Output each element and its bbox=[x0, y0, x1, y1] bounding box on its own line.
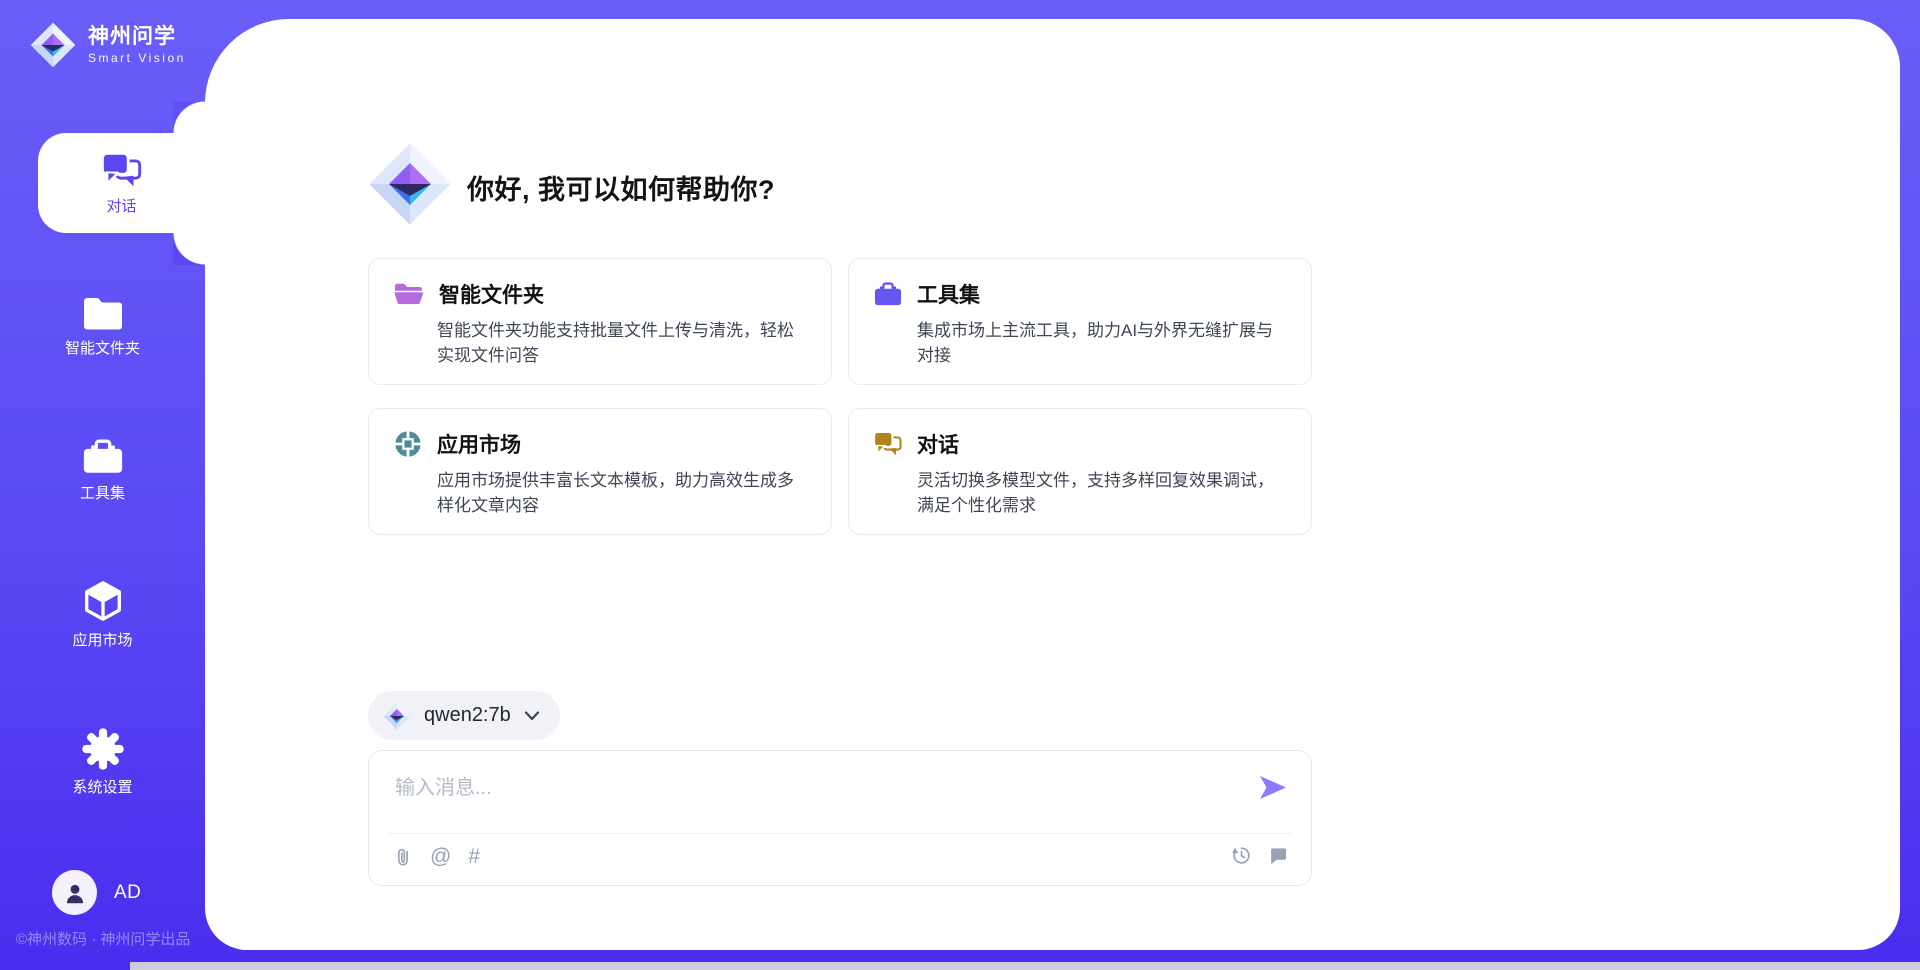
card-description: 智能文件夹功能支持批量文件上传与清洗，轻松实现文件问答 bbox=[437, 318, 807, 368]
history-icon[interactable] bbox=[1231, 845, 1252, 866]
model-name: qwen2:7b bbox=[424, 704, 511, 727]
tab-fillet-top bbox=[173, 101, 205, 133]
card-title: 工具集 bbox=[917, 279, 980, 309]
sidebar-item-app-market[interactable]: 应用市场 bbox=[0, 578, 205, 650]
topic-icon[interactable]: # bbox=[468, 845, 480, 869]
diamond-logo-icon bbox=[383, 702, 411, 730]
sidebar-item-label: 对话 bbox=[106, 198, 136, 216]
market-grid-icon bbox=[393, 429, 423, 459]
chat-bubbles-icon bbox=[873, 431, 903, 458]
cube-icon bbox=[80, 578, 126, 624]
brand-logo[interactable]: 神州问学 Smart Vision bbox=[30, 22, 186, 68]
card-smart-folder[interactable]: 智能文件夹 智能文件夹功能支持批量文件上传与清洗，轻松实现文件问答 bbox=[368, 258, 832, 385]
send-icon[interactable] bbox=[1259, 775, 1287, 800]
user-initials: AD bbox=[114, 882, 141, 904]
sidebar-item-label: 工具集 bbox=[80, 485, 125, 503]
bottom-edge-strip bbox=[130, 962, 1920, 970]
greeting-title: 你好, 我可以如何帮助你? bbox=[467, 168, 775, 207]
card-title: 应用市场 bbox=[437, 429, 521, 459]
card-toolbox[interactable]: 工具集 集成市场上主流工具，助力AI与外界无缝扩展与对接 bbox=[848, 258, 1312, 385]
diamond-logo-icon bbox=[30, 22, 76, 68]
card-title: 智能文件夹 bbox=[439, 279, 544, 309]
card-app-market[interactable]: 应用市场 应用市场提供丰富长文本模板，助力高效生成多样化文章内容 bbox=[368, 408, 832, 535]
hero-diamond-logo-icon bbox=[368, 142, 452, 226]
app-root: 神州问学 Smart Vision 对话 智能文件夹 工具集 应用市场 系统设置 bbox=[0, 0, 1920, 970]
copyright-text: ©神州数码 · 神州问学出品 bbox=[16, 928, 190, 949]
sidebar-item-settings[interactable]: 系统设置 bbox=[0, 727, 205, 797]
gear-icon bbox=[81, 727, 125, 771]
card-title: 对话 bbox=[917, 429, 959, 459]
message-composer: @ # bbox=[368, 750, 1312, 886]
sidebar-item-label: 系统设置 bbox=[72, 779, 132, 797]
sidebar-item-smart-folder[interactable]: 智能文件夹 bbox=[0, 292, 205, 358]
card-description: 应用市场提供丰富长文本模板，助力高效生成多样化文章内容 bbox=[437, 468, 807, 518]
attachment-icon[interactable] bbox=[393, 846, 413, 868]
sidebar-item-chat[interactable]: 对话 bbox=[38, 133, 205, 233]
briefcase-icon bbox=[873, 280, 903, 308]
folder-icon bbox=[80, 292, 126, 332]
model-selector[interactable]: qwen2:7b bbox=[368, 691, 560, 740]
mention-icon[interactable]: @ bbox=[430, 845, 451, 869]
sidebar-item-toolbox[interactable]: 工具集 bbox=[0, 436, 205, 503]
card-description: 集成市场上主流工具，助力AI与外界无缝扩展与对接 bbox=[917, 318, 1287, 368]
chat-bubble-icon[interactable] bbox=[1268, 846, 1287, 865]
open-folder-icon bbox=[393, 280, 425, 308]
card-chat[interactable]: 对话 灵活切换多模型文件，支持多样回复效果调试，满足个性化需求 bbox=[848, 408, 1312, 535]
chevron-down-icon bbox=[524, 711, 540, 721]
toolbox-icon bbox=[81, 436, 125, 477]
chat-bubbles-icon bbox=[101, 151, 143, 191]
avatar bbox=[52, 870, 97, 915]
brand-name: 神州问学 bbox=[88, 25, 186, 49]
composer-divider bbox=[389, 833, 1291, 834]
card-description: 灵活切换多模型文件，支持多样回复效果调试，满足个性化需求 bbox=[917, 468, 1287, 518]
sidebar-item-label: 智能文件夹 bbox=[65, 340, 140, 358]
tab-fillet-bottom bbox=[173, 233, 205, 265]
user-profile[interactable]: AD bbox=[52, 870, 141, 915]
sidebar-item-label: 应用市场 bbox=[72, 632, 132, 650]
brand-subtitle: Smart Vision bbox=[88, 51, 186, 65]
message-input[interactable] bbox=[393, 769, 1237, 831]
